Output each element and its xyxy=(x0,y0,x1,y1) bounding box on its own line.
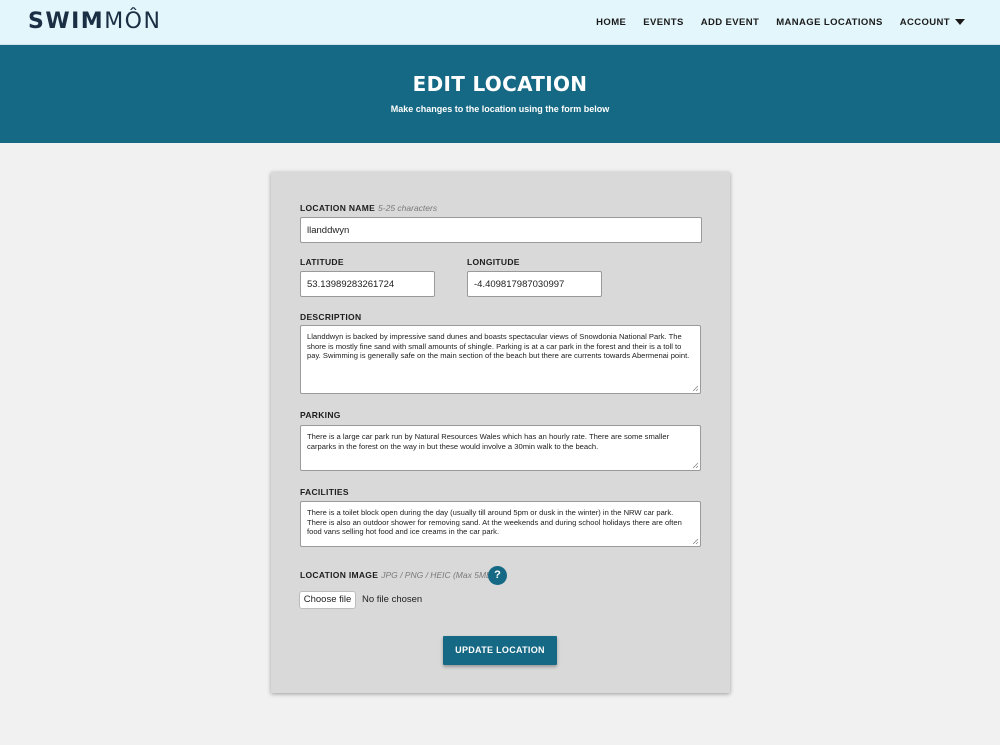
location-image-label: LOCATION IMAGE JPG / PNG / HEIC (Max 5MB) xyxy=(300,570,495,581)
resize-grip-icon[interactable] xyxy=(692,462,699,469)
nav-account-dropdown[interactable]: ACCOUNT xyxy=(900,15,965,29)
resize-grip-icon[interactable] xyxy=(692,385,699,392)
facilities-label: FACILITIES xyxy=(300,487,349,497)
navbar: SWIMMÔN HOME EVENTS ADD EVENT MANAGE LOC… xyxy=(0,0,1000,45)
nav-events-link[interactable]: EVENTS xyxy=(643,15,683,29)
nav-account-label: ACCOUNT xyxy=(899,16,950,28)
description-textarea[interactable]: Llanddwyn is backed by impressive sand d… xyxy=(300,325,701,394)
latitude-value: 53.13989283261724 xyxy=(307,278,395,290)
question-circle-icon[interactable]: ? xyxy=(488,566,507,585)
logo-text-light: MÔN xyxy=(104,9,162,34)
nav-manage-locations-link[interactable]: MANAGE LOCATIONS xyxy=(776,15,883,29)
caret-down-icon xyxy=(955,19,965,25)
no-file-chosen-text: No file chosen xyxy=(362,594,423,605)
longitude-value: -4.409817987030997 xyxy=(474,278,565,290)
facilities-textarea[interactable]: There is a toilet block open during the … xyxy=(300,501,701,547)
location-image-label-text: LOCATION IMAGE xyxy=(300,570,379,580)
description-value: Llanddwyn is backed by impressive sand d… xyxy=(307,332,690,361)
location-name-input[interactable]: llanddwyn xyxy=(300,217,702,243)
longitude-input[interactable]: -4.409817987030997 xyxy=(467,271,602,297)
page-header-banner: EDIT LOCATION Make changes to the locati… xyxy=(0,45,1000,143)
facilities-value: There is a toilet block open during the … xyxy=(307,508,682,537)
edit-location-form: LOCATION NAME 5-25 characters llanddwyn L… xyxy=(271,172,730,693)
location-name-label-text: LOCATION NAME xyxy=(300,203,376,213)
description-label: DESCRIPTION xyxy=(300,312,362,322)
latitude-label: LATITUDE xyxy=(300,257,344,267)
nav-home-link[interactable]: HOME xyxy=(596,15,626,29)
location-name-label: LOCATION NAME 5-25 characters xyxy=(300,203,437,214)
parking-textarea[interactable]: There is a large car park run by Natural… xyxy=(300,425,701,471)
logo-text-bold: SWIM xyxy=(28,9,105,34)
latitude-input[interactable]: 53.13989283261724 xyxy=(300,271,435,297)
parking-value: There is a large car park run by Natural… xyxy=(307,432,670,451)
choose-file-button[interactable]: Choose file xyxy=(299,591,356,609)
page-subtitle: Make changes to the location using the f… xyxy=(390,104,610,114)
nav-add-event-link[interactable]: ADD EVENT xyxy=(701,15,760,29)
update-location-button[interactable]: UPDATE LOCATION xyxy=(443,636,557,665)
page-title: EDIT LOCATION xyxy=(412,72,588,96)
parking-label: PARKING xyxy=(300,410,341,420)
resize-grip-icon[interactable] xyxy=(692,538,699,545)
location-name-hint: 5-25 characters xyxy=(378,203,438,213)
longitude-label: LONGITUDE xyxy=(467,257,520,267)
site-logo[interactable]: SWIMMÔN xyxy=(28,9,161,35)
location-name-value: llanddwyn xyxy=(307,224,350,236)
location-image-hint: JPG / PNG / HEIC (Max 5MB) xyxy=(381,570,495,580)
main-nav: HOME EVENTS ADD EVENT MANAGE LOCATIONS A… xyxy=(579,15,965,29)
